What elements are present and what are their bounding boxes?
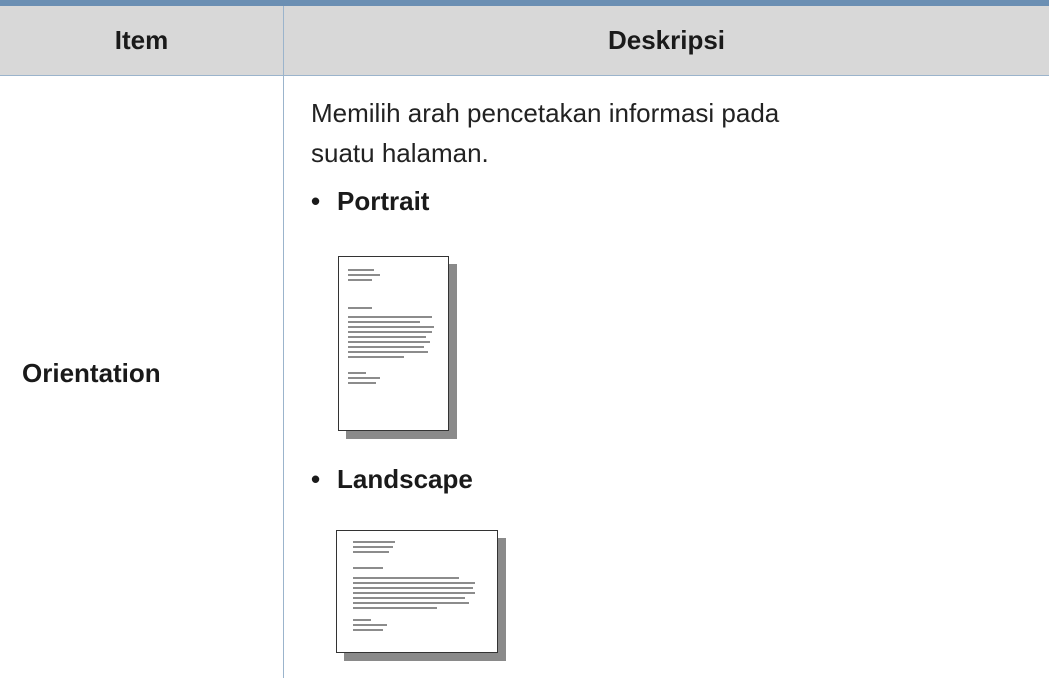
description-column-header: Deskripsi [607,25,726,55]
body-column-divider [283,76,284,678]
item-column-header: Item [114,25,169,55]
bullet-icon: • [311,186,321,216]
bullet-icon: • [311,464,321,494]
option-landscape: • Landscape [311,464,473,495]
portrait-page-icon [338,256,449,431]
options-table: Item Deskripsi Orientation Memilih arah … [0,0,1049,678]
landscape-page-icon [336,530,498,653]
table-header-row: Item Deskripsi [0,6,1049,76]
item-cell-orientation: Orientation [22,358,161,388]
option-portrait: • Portrait [311,186,429,217]
option-portrait-label: Portrait [337,186,430,216]
option-landscape-label: Landscape [337,464,473,494]
description-text: Memilih arah pencetakan informasi pada s… [311,98,780,168]
